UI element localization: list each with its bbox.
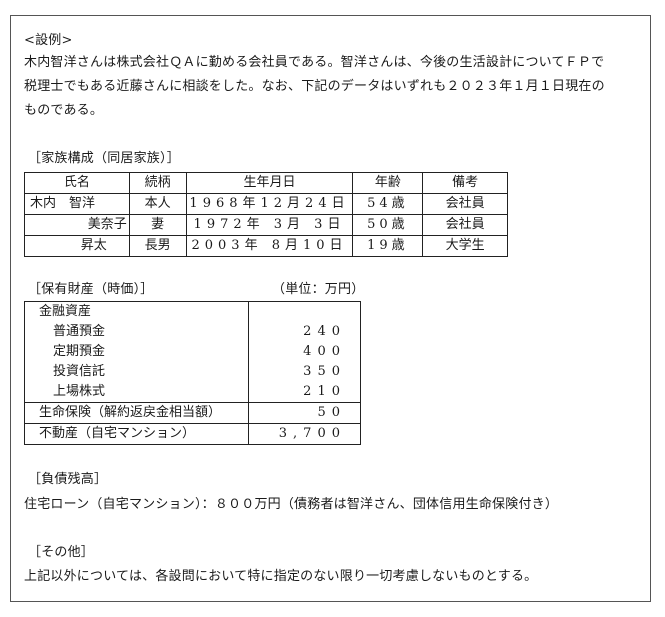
- cell-relation: 長男: [128, 235, 187, 257]
- liabilities-text: 住宅ローン（自宅マンション）：８００万円（債務者は智洋さん、団体信用生命保険付き…: [24, 497, 559, 512]
- real-estate-value: 3,700: [247, 423, 362, 445]
- cell-birth: 2003年 8月10日: [185, 235, 354, 257]
- family-header-row: 氏名 続柄 生年月日 年齢 備考: [24, 172, 508, 194]
- asset-label: 投資信託: [53, 364, 106, 379]
- real-estate-row: 不動産（自宅マンション） 3,700: [24, 423, 362, 445]
- cell-name: 昇太: [24, 235, 130, 257]
- asset-label: 上場株式: [53, 384, 106, 399]
- asset-value: 240: [303, 324, 346, 339]
- cell-name: 美奈子: [24, 214, 130, 236]
- intro-line-1: 木内智洋さんは株式会社ＱＡに勤める会社員である。智洋さんは、今後の生活設計につい…: [24, 55, 605, 70]
- header-note: 備考: [422, 172, 508, 194]
- asset-value: 210: [303, 384, 346, 399]
- asset-label: 普通預金: [53, 324, 106, 339]
- real-estate-label: 不動産（自宅マンション）: [24, 423, 249, 445]
- intro-line-2: 税理士でもある近藤さんに相談をした。なお、下記のデータはいずれも２０２３年１月１…: [24, 79, 605, 94]
- assets-title: ［保有財産（時価）］: [28, 282, 154, 297]
- cell-relation: 妻: [128, 214, 187, 236]
- cell-age: 54歳: [352, 193, 424, 215]
- asset-label: 定期預金: [53, 344, 106, 359]
- header-relation: 続柄: [128, 172, 187, 194]
- table-row: 木内 智洋 本人 1968年12月24日 54歳 会社員: [24, 193, 508, 215]
- other-text: 上記以外については、各設問において特に指定のない限り一切考慮しないものとする。: [24, 569, 538, 584]
- cell-birth: 1972年 3月 3日: [185, 214, 354, 236]
- header-birth: 生年月日: [185, 172, 354, 194]
- cell-note: 大学生: [422, 235, 508, 257]
- financial-assets-labels: 金融資産 普通預金 定期預金 投資信託 上場株式: [24, 301, 249, 403]
- financial-assets-values: 240 400 350 210: [247, 301, 362, 403]
- asset-value: 400: [303, 344, 346, 359]
- cell-name: 木内 智洋: [24, 193, 130, 215]
- insurance-value: 50: [247, 402, 362, 424]
- asset-value: 350: [303, 364, 346, 379]
- assets-unit: （単位：万円）: [272, 282, 365, 297]
- table-row: 昇太 長男 2003年 8月10日 19歳 大学生: [24, 235, 508, 257]
- intro-line-3: ものである。: [24, 103, 104, 118]
- financial-assets-row: 金融資産 普通預金 定期預金 投資信託 上場株式 240 400 350 210: [24, 301, 362, 403]
- assets-table: 金融資産 普通預金 定期預金 投資信託 上場株式 240 400 350 210…: [24, 301, 362, 445]
- cell-relation: 本人: [128, 193, 187, 215]
- cell-birth: 1968年12月24日: [185, 193, 354, 215]
- cell-note: 会社員: [422, 214, 508, 236]
- family-title: ［家族構成（同居家族）］: [28, 151, 180, 166]
- insurance-row: 生命保険（解約返戻金相当額） 50: [24, 402, 362, 424]
- header-name: 氏名: [24, 172, 130, 194]
- cell-age: 50歳: [352, 214, 424, 236]
- financial-assets-heading: 金融資産: [39, 304, 92, 319]
- cell-note: 会社員: [422, 193, 508, 215]
- intro-heading: <設例>: [24, 33, 73, 48]
- header-age: 年齢: [352, 172, 424, 194]
- table-row: 美奈子 妻 1972年 3月 3日 50歳 会社員: [24, 214, 508, 236]
- cell-age: 19歳: [352, 235, 424, 257]
- liabilities-title: ［負債残高］: [28, 472, 108, 487]
- insurance-label: 生命保険（解約返戻金相当額）: [24, 402, 249, 424]
- family-table: 氏名 続柄 生年月日 年齢 備考 木内 智洋 本人 1968年12月24日 54…: [24, 172, 508, 257]
- other-title: ［その他］: [28, 545, 95, 560]
